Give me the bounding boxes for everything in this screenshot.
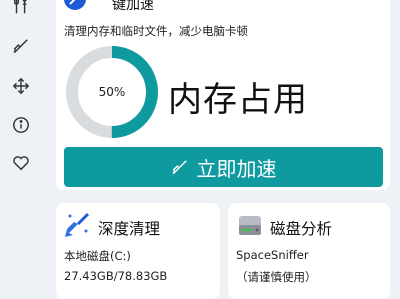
disk-analysis-card[interactable]: 磁盘分析 SpaceSniffer （请谨慎使用） (228, 203, 390, 299)
caution-note: （请谨慎使用） (236, 270, 317, 284)
drive-usage: 27.43GB/78.83GB (64, 269, 168, 283)
accelerate-button[interactable]: 立即加速 (64, 147, 383, 187)
deep-clean-card[interactable]: 深度清理 本地磁盘(C:) 27.43GB/78.83GB (56, 203, 220, 299)
rocket-icon (64, 0, 86, 10)
page-title: 键加速 (112, 0, 154, 13)
memory-percent: 50% (98, 85, 126, 99)
hard-disk-icon (239, 216, 261, 235)
memory-usage-label: 内存占用 (168, 80, 308, 120)
broom-icon (171, 160, 187, 174)
sidebar (0, 0, 42, 299)
drive-label: 本地磁盘(C:) (64, 249, 131, 263)
accelerate-button-label: 立即加速 (196, 156, 277, 181)
spacesniffer-label: SpaceSniffer (236, 248, 309, 262)
tools-icon[interactable] (11, 0, 31, 16)
page-subtitle: 清理内存和临时文件，减少电脑卡顿 (64, 24, 248, 38)
disk-analysis-title: 磁盘分析 (270, 220, 333, 238)
heart-icon[interactable] (11, 153, 31, 173)
cleaning-brush-icon (65, 212, 90, 237)
move-icon[interactable] (11, 76, 31, 96)
deep-clean-title: 深度清理 (98, 220, 161, 238)
broom-icon[interactable] (11, 36, 31, 56)
info-icon[interactable] (11, 115, 31, 135)
